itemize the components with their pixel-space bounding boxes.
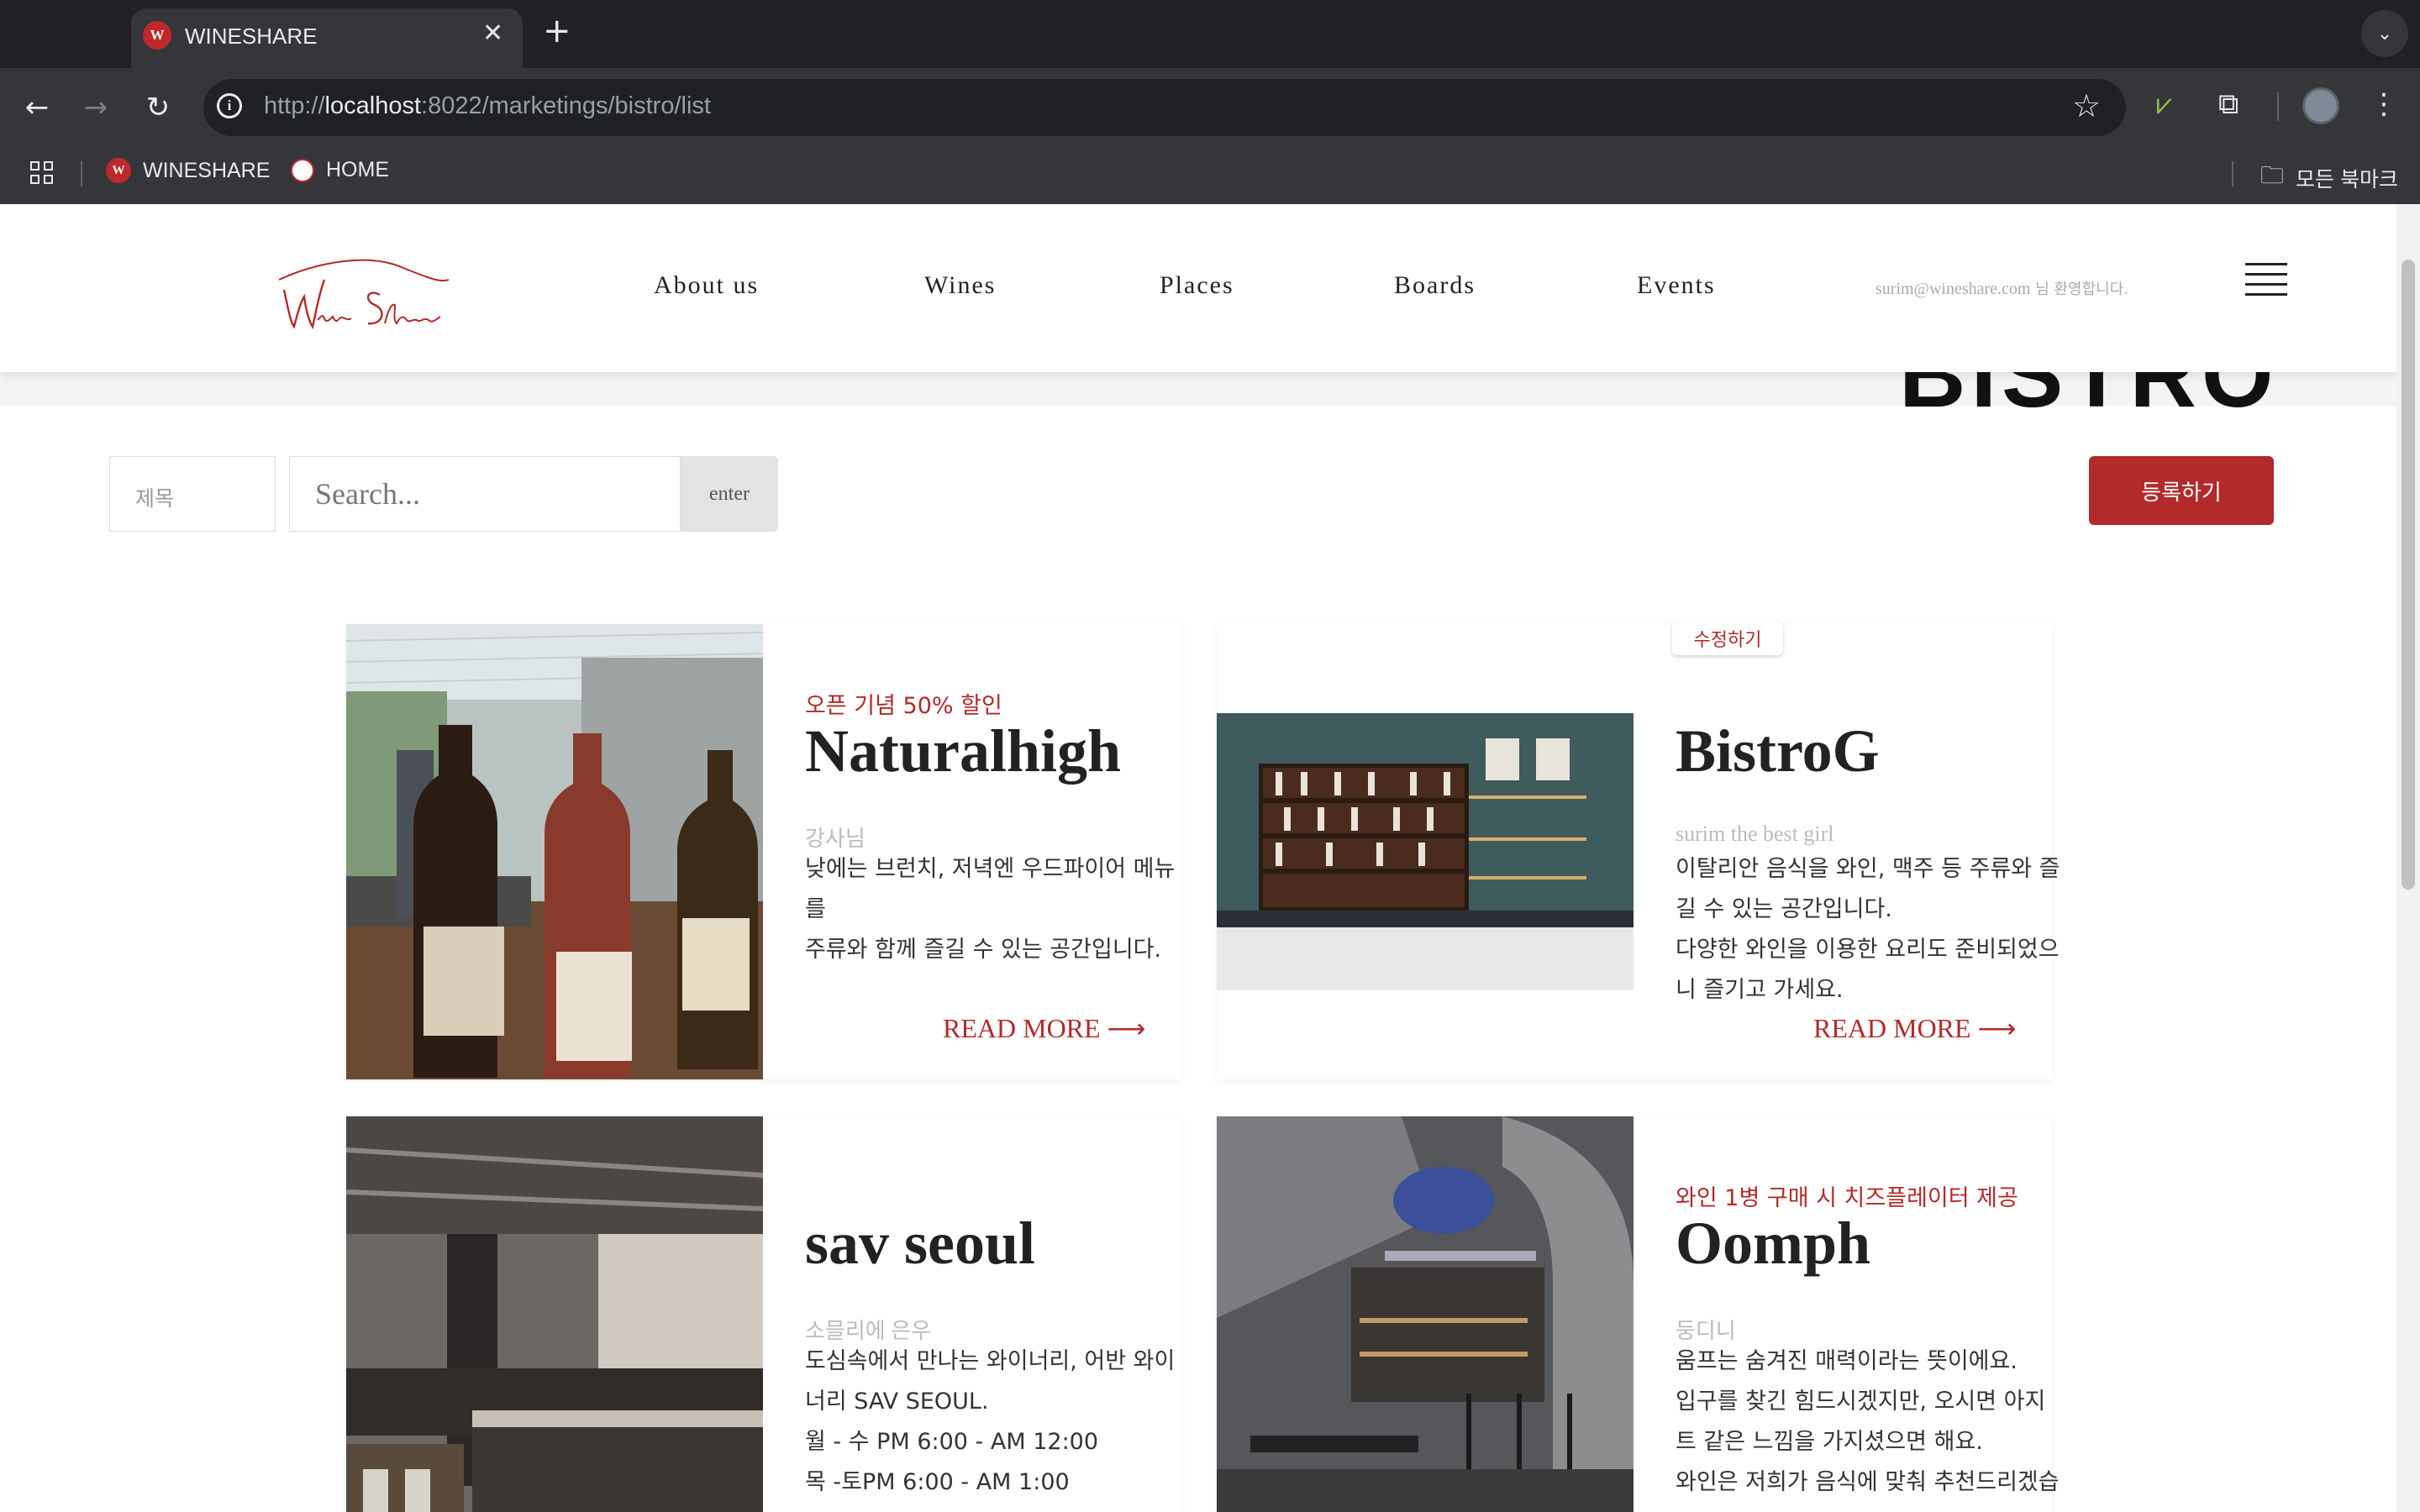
bistro-card-bistrog[interactable]: BistroG surim the best girl 이탈리안 음식을 와인,… — [1217, 624, 2060, 1079]
register-button[interactable]: 등록하기 — [2089, 456, 2274, 525]
extension-icon[interactable]: ⩗ — [2156, 87, 2172, 121]
card-description: 움프는 숨겨진 매력이라는 뜻이에요. 입구를 찾긴 힘드시겠지만, 오시면 아… — [1676, 1341, 2060, 1503]
desc-line: 월 - 수 PM 6:00 - AM 12:00 — [805, 1429, 1099, 1455]
desc-line: 낮에는 브런치, 저녁엔 우드파이어 메뉴 — [805, 856, 1176, 882]
chevron-down-icon[interactable]: ⌄ — [2361, 10, 2408, 57]
card-title[interactable]: sav seoul — [805, 1209, 1035, 1278]
desc-line: 너리 SAV SEOUL. — [805, 1389, 989, 1415]
wineshare-favicon-icon: W — [106, 158, 131, 183]
promo-text: 오픈 기념 50% 할인 — [805, 693, 1002, 719]
scrollbar-thumb[interactable] — [2402, 260, 2415, 890]
card-author: 강사님 — [805, 827, 865, 851]
bookmark-label: WINESHARE — [143, 158, 271, 182]
desc-line: 입구를 찾긴 힘드시겠지만, 오시면 아지 — [1676, 1389, 2046, 1415]
card-image[interactable] — [346, 624, 763, 1079]
desc-line: 길 수 있는 공간입니다. — [1676, 896, 1892, 922]
read-more-link[interactable]: READ MORE ⟶ — [943, 1012, 1145, 1044]
desc-line: 이탈리안 음식을 와인, 맥주 등 주류와 즐 — [1676, 856, 2060, 882]
browser-chrome: W WINESHARE ✕ + ⌄ ← → ↻ i http://localho… — [0, 0, 2420, 204]
forward-arrow-icon[interactable]: → — [76, 87, 116, 128]
search-enter-button[interactable]: enter — [681, 456, 778, 532]
more-vert-icon[interactable]: ⋮ — [2370, 87, 2398, 121]
tab-strip: W WINESHARE ✕ + ⌄ — [0, 0, 2420, 68]
url-text[interactable]: http://localhost:8022/marketings/bistro/… — [264, 92, 711, 120]
desc-line: 주류와 함께 즐길 수 있는 공간입니다. — [805, 937, 1162, 963]
apps-grid-icon[interactable] — [30, 161, 55, 186]
wineshare-logo[interactable] — [269, 246, 454, 339]
card-author: 소믈리에 은우 — [805, 1319, 932, 1343]
nav-events[interactable]: Events — [1637, 271, 1716, 300]
edit-button[interactable]: 수정하기 — [1672, 622, 1783, 655]
card-author: 둥디니 — [1676, 1319, 1736, 1343]
profile-avatar[interactable] — [2302, 87, 2339, 124]
nav-wines[interactable]: Wines — [924, 271, 996, 300]
card-title[interactable]: BistroG — [1676, 717, 1880, 786]
desc-line: 목 -토PM 6:00 - AM 1:00 — [805, 1469, 1070, 1495]
back-arrow-icon[interactable]: ← — [17, 87, 57, 128]
browser-tab[interactable]: W WINESHARE ✕ — [131, 8, 523, 68]
desc-line: 와인은 저희가 음식에 맞춰 추천드리겠습 — [1676, 1469, 2060, 1495]
bookmark-label: HOME — [326, 158, 389, 181]
bistro-card-naturalhigh[interactable]: 오픈 기념 50% 할인 Naturalhigh 강사님 낮에는 브런치, 저녁… — [346, 624, 1181, 1079]
tab-title: WINESHARE — [185, 24, 318, 49]
divider — [2232, 161, 2233, 186]
page-viewport: BISTRO About us Wines Places Boards Even… — [0, 204, 2420, 1512]
search-input[interactable] — [289, 456, 681, 532]
card-title[interactable]: Naturalhigh — [805, 717, 1121, 786]
wineshare-favicon-icon: W — [143, 21, 171, 50]
desc-line: 니 즐기고 가세요. — [1676, 977, 1844, 1003]
desc-line: 도심속에서 만나는 와이너리, 어반 와이 — [805, 1348, 1176, 1374]
bookmark-wineshare[interactable]: W WINESHARE — [106, 158, 270, 183]
nav-places[interactable]: Places — [1160, 271, 1234, 300]
card-description: 이탈리안 음식을 와인, 맥주 등 주류와 즐 길 수 있는 공간입니다. 다양… — [1676, 849, 2060, 1011]
read-more-link[interactable]: READ MORE ⟶ — [1813, 1012, 2016, 1044]
baseball-icon — [291, 158, 314, 182]
divider — [2277, 92, 2279, 121]
puzzle-icon[interactable]: ⧉ — [2218, 87, 2238, 121]
site-header: About us Wines Places Boards Events suri… — [0, 204, 2396, 372]
all-bookmarks[interactable]: 🗀 모든 북마크 — [2260, 158, 2398, 198]
desc-line: 다양한 와인을 이용한 요리도 준비되었으 — [1676, 937, 2060, 963]
card-description: 도심속에서 만나는 와이너리, 어반 와이 너리 SAV SEOUL. 월 - … — [805, 1341, 1175, 1503]
card-description: 낮에는 브런치, 저녁엔 우드파이어 메뉴 를 주류와 함께 즐길 수 있는 공… — [805, 849, 1175, 970]
card-author: surim the best girl — [1676, 822, 1834, 846]
address-bar[interactable]: i http://localhost:8022/marketings/bistr… — [203, 79, 2126, 136]
desc-line: 를 — [805, 896, 826, 922]
bistro-card-sav-seoul[interactable]: sav seoul 소믈리에 은우 도심속에서 만나는 와이너리, 어반 와이 … — [346, 1116, 1181, 1512]
card-title[interactable]: Oomph — [1676, 1209, 1870, 1278]
promo-text: 와인 1병 구매 시 치즈플레이터 제공 — [1676, 1185, 2018, 1211]
reload-icon[interactable]: ↻ — [138, 87, 178, 128]
user-email[interactable]: surim@wineshare.com — [1876, 280, 2030, 298]
card-image[interactable] — [346, 1116, 763, 1512]
nav-about-us[interactable]: About us — [654, 271, 759, 300]
hamburger-menu-icon[interactable] — [2245, 263, 2287, 297]
card-image[interactable] — [1217, 713, 1634, 990]
new-tab-button[interactable]: + — [543, 12, 571, 50]
bookmark-home[interactable]: HOME — [291, 158, 389, 182]
card-image[interactable] — [1217, 1116, 1634, 1512]
bookmark-star-icon[interactable]: ☆ — [2072, 87, 2101, 124]
bistro-card-oomph[interactable]: 와인 1병 구매 시 치즈플레이터 제공 Oomph 둥디니 움프는 숨겨진 매… — [1217, 1116, 2060, 1512]
folder-icon: 🗀 — [2260, 162, 2285, 188]
all-bookmarks-label: 모든 북마크 — [2296, 168, 2398, 192]
welcome-message: surim@wineshare.com 님 환영합니다. — [1876, 277, 2128, 299]
close-icon[interactable]: ✕ — [482, 18, 503, 48]
desc-line: 움프는 숨겨진 매력이라는 뜻이에요. — [1676, 1348, 2018, 1374]
desc-line: 트 같은 느낌을 가지셨으면 해요. — [1676, 1429, 1983, 1455]
search-category-select[interactable]: 제목 — [109, 456, 276, 532]
info-icon[interactable]: i — [217, 93, 242, 118]
welcome-suffix: 님 환영합니다. — [2030, 281, 2129, 298]
divider — [81, 161, 82, 186]
nav-boards[interactable]: Boards — [1394, 271, 1476, 300]
